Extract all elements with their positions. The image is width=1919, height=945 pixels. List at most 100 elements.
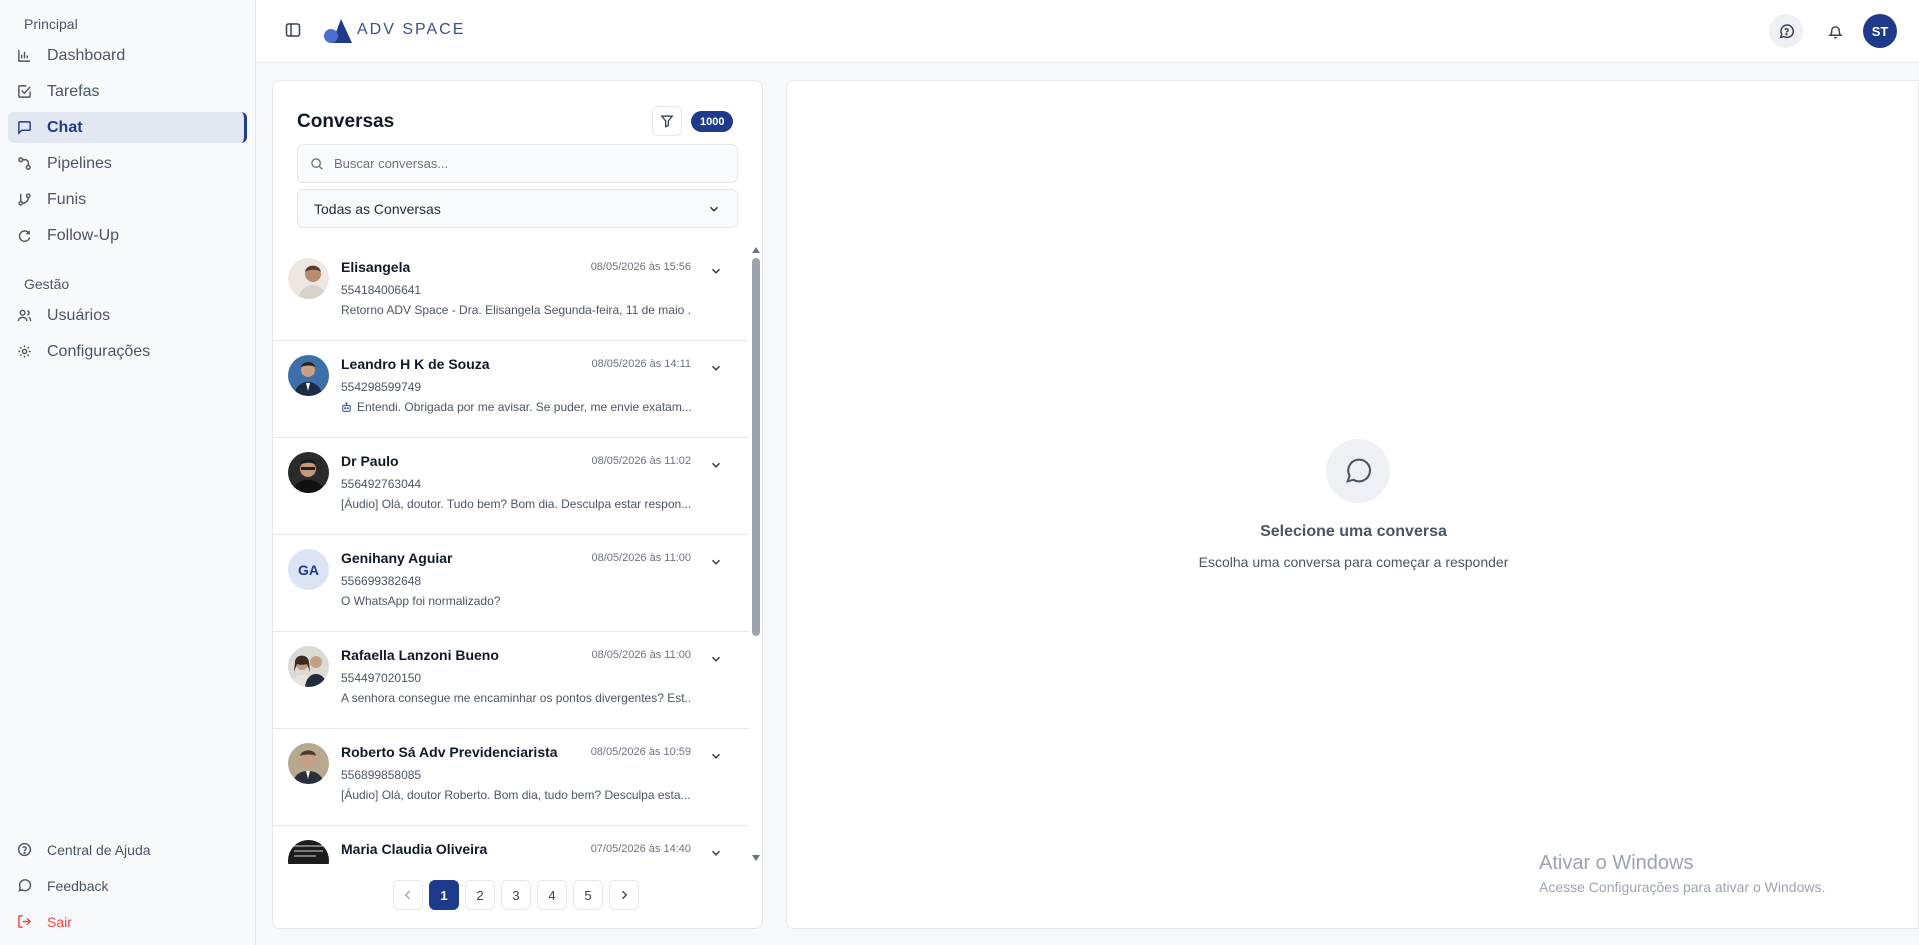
expand-conversation-button[interactable] (709, 652, 723, 666)
conversation-item[interactable]: Rafaella Lanzoni Bueno 08/05/2026 às 11:… (273, 632, 748, 729)
conversation-count-badge: 1000 (691, 111, 734, 132)
watermark-title: Ativar o Windows (1539, 852, 1694, 874)
page-button-4[interactable]: 4 (537, 880, 567, 910)
preview-text: Retorno ADV Space - Dra. Elisangela Segu… (341, 303, 691, 317)
conversation-filter-select[interactable]: Todas as Conversas (297, 189, 738, 228)
checkbox-icon (16, 84, 32, 100)
sidebar-item-chat[interactable]: Chat (8, 112, 247, 143)
conversation-date: 07/05/2026 às 14:40 (590, 843, 691, 855)
scroll-down-arrow[interactable] (752, 855, 760, 861)
conversation-item[interactable]: GA Genihany Aguiar 08/05/2026 às 11:00 5… (273, 535, 748, 632)
page-button-2[interactable]: 2 (465, 880, 495, 910)
sidebar-item-dashboard[interactable]: Dashboard (8, 40, 247, 71)
conversation-list-panel: Conversas 1000 Todas as Conversas Elisan… (272, 80, 763, 929)
empty-state-subtitle: Escolha uma conversa para começar a resp… (1198, 554, 1509, 570)
expand-conversation-button[interactable] (709, 458, 723, 472)
avatar: GA (288, 549, 329, 590)
sidebar-item-tarefas[interactable]: Tarefas (8, 76, 247, 107)
expand-conversation-button[interactable] (709, 555, 723, 569)
sidebar-item-configuracoes[interactable]: Configurações (8, 336, 247, 367)
select-value: Todas as Conversas (314, 200, 441, 217)
expand-conversation-button[interactable] (709, 264, 723, 278)
conversation-date: 08/05/2026 às 11:02 (591, 455, 692, 467)
preview-text: Entendi. Obrigada por me avisar. Se pude… (357, 400, 691, 414)
conversation-item[interactable]: Elisangela 08/05/2026 às 15:56 554184006… (273, 244, 748, 341)
sidebar-item-label: Usuários (47, 306, 111, 324)
workflow-icon (16, 156, 32, 172)
contact-phone: 556492763044 (341, 477, 422, 491)
contact-phone: 554298599749 (341, 380, 422, 394)
previous-page-button[interactable] (393, 880, 423, 910)
search-input[interactable] (334, 156, 714, 171)
preview-text: [Áudio] Olá, doutor Roberto. Bom dia, tu… (341, 788, 691, 802)
preview-text: [Áudio] Olá, doutor. Tudo bem? Bom dia. … (341, 497, 691, 511)
next-page-button[interactable] (609, 880, 639, 910)
sidebar-item-funis[interactable]: Funis (8, 184, 247, 215)
page-button-3[interactable]: 3 (501, 880, 531, 910)
empty-state-title: Selecione uma conversa (1260, 523, 1447, 540)
sidebar-item-label: Tarefas (47, 82, 100, 100)
expand-conversation-button[interactable] (709, 846, 723, 860)
page-button-1[interactable]: 1 (429, 880, 459, 910)
logo-text: ADV SPACE (357, 21, 466, 38)
sidebar-item-sair[interactable]: Sair (8, 906, 247, 937)
scroll-up-arrow[interactable] (752, 247, 760, 253)
chat-help-button[interactable] (1769, 14, 1803, 48)
contact-name: Rafaella Lanzoni Bueno (341, 647, 499, 663)
section-label-gestao: Gestão (24, 276, 70, 292)
chevron-down-icon (711, 656, 721, 662)
contact-name: Genihany Aguiar (341, 550, 453, 566)
contact-phone: 554497020150 (341, 671, 422, 685)
filter-button[interactable] (652, 106, 682, 136)
message-help-icon (1779, 23, 1794, 38)
chevron-left-icon (404, 890, 410, 900)
chevron-down-icon (711, 850, 721, 856)
panel-title: Conversas (297, 111, 395, 132)
help-circle-icon (16, 842, 32, 858)
chevron-down-icon (711, 365, 721, 371)
sidebar-toggle-button[interactable] (283, 20, 303, 40)
chevron-down-icon (711, 268, 721, 274)
sidebar-item-label: Sair (47, 913, 72, 930)
section-label-principal: Principal (24, 16, 78, 32)
user-avatar[interactable]: ST (1863, 14, 1897, 48)
sidebar-item-pipelines[interactable]: Pipelines (8, 148, 247, 179)
bell-icon (1827, 25, 1843, 38)
sidebar-item-central-de-ajuda[interactable]: Central de Ajuda (8, 834, 247, 865)
avatar (288, 840, 329, 864)
sidebar-item-usuarios[interactable]: Usuários (8, 300, 247, 331)
notifications-button[interactable] (1818, 14, 1852, 48)
sidebar-item-feedback[interactable]: Feedback (8, 870, 247, 901)
refresh-icon (16, 228, 32, 244)
adv-space-logo-icon (324, 19, 352, 43)
chevron-down-icon (711, 559, 721, 565)
avatar (288, 258, 329, 299)
list-scrollbar[interactable] (750, 244, 762, 864)
contact-name: Dr Paulo (341, 453, 399, 469)
conversation-item[interactable]: Roberto Sá Adv Previdenciarista 08/05/20… (273, 729, 748, 826)
conversation-date: 08/05/2026 às 11:00 (591, 649, 692, 661)
panel-left-icon (285, 23, 301, 37)
top-header: ADV SPACE ST (256, 0, 1919, 63)
message-circle-icon (16, 878, 32, 894)
sidebar-item-label: Follow-Up (47, 226, 120, 244)
conversation-list: Elisangela 08/05/2026 às 15:56 554184006… (273, 244, 762, 864)
logo[interactable]: ADV SPACE (324, 14, 465, 46)
scroll-thumb[interactable] (752, 258, 760, 636)
expand-conversation-button[interactable] (709, 749, 723, 763)
avatar (288, 743, 329, 784)
conversation-detail-panel: Selecione uma conversa Escolha uma conve… (786, 80, 1919, 929)
expand-conversation-button[interactable] (709, 361, 723, 375)
sidebar-item-label: Chat (47, 118, 83, 136)
sidebar-item-follow-up[interactable]: Follow-Up (8, 220, 247, 251)
contact-name: Maria Claudia Oliveira (341, 841, 488, 857)
search-container (297, 144, 738, 183)
conversation-item[interactable]: Dr Paulo 08/05/2026 às 11:02 55649276304… (273, 438, 748, 535)
message-circle-icon (1326, 439, 1390, 503)
sidebar-item-label: Feedback (47, 877, 109, 894)
conversation-item[interactable]: Maria Claudia Oliveira 07/05/2026 às 14:… (273, 826, 748, 864)
page-button-5[interactable]: 5 (573, 880, 603, 910)
conversation-item[interactable]: Leandro H K de Souza 08/05/2026 às 14:11… (273, 341, 748, 438)
avatar (288, 355, 329, 396)
message-preview: O WhatsApp foi normalizado? (341, 594, 691, 608)
